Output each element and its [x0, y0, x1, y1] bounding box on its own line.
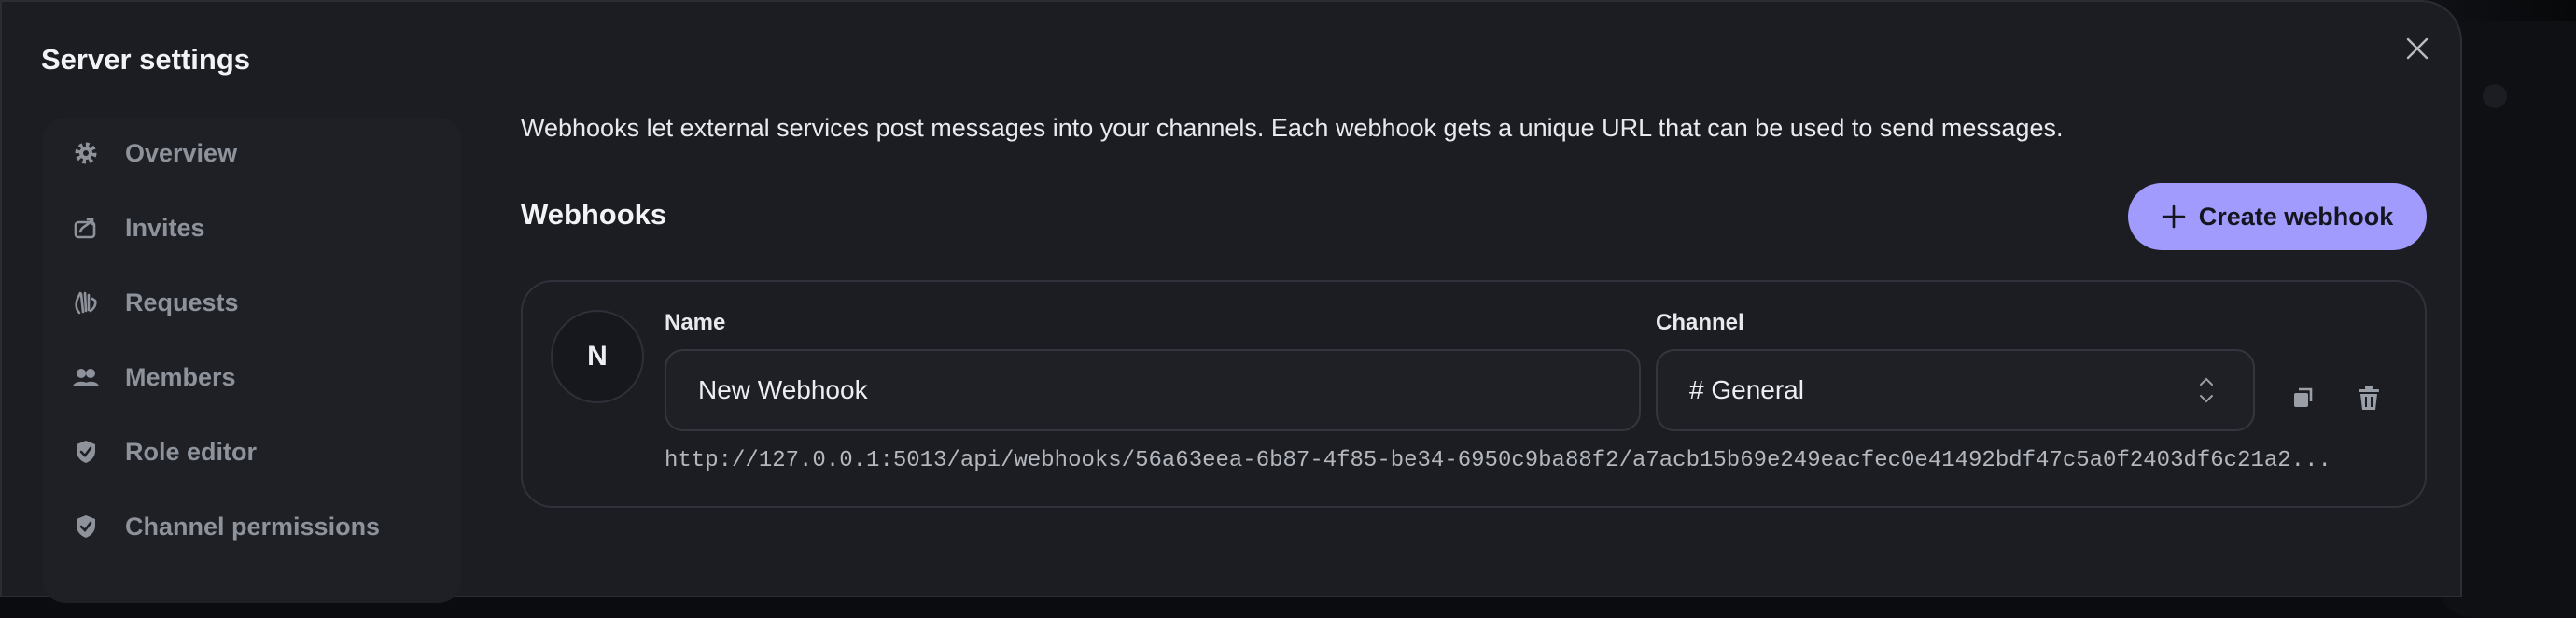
- create-webhook-label: Create webhook: [2198, 202, 2394, 231]
- sidebar-item-channel-permissions[interactable]: Channel permissions: [69, 506, 380, 547]
- sidebar-item-label: Role editor: [125, 437, 258, 466]
- copy-url-button[interactable]: [2287, 381, 2320, 414]
- copy-icon: [2294, 387, 2313, 407]
- sidebar-item-label: Overview: [125, 138, 238, 167]
- webhook-card: N Name Channel # General http://127.0.: [521, 280, 2427, 508]
- create-webhook-button[interactable]: Create webhook: [2128, 183, 2427, 250]
- background-indicator: [2483, 84, 2507, 108]
- webhook-name-input[interactable]: [665, 349, 1641, 431]
- chevron-up-down-icon: [2200, 377, 2213, 403]
- invite-icon: [69, 211, 103, 245]
- delete-webhook-button[interactable]: [2352, 381, 2386, 414]
- name-label: Name: [665, 310, 726, 335]
- sidebar-item-label: Requests: [125, 288, 239, 316]
- sidebar-item-label: Invites: [125, 213, 205, 242]
- sidebar-item-overview[interactable]: Overview: [69, 133, 237, 174]
- section-title: Webhooks: [521, 198, 667, 231]
- webhooks-description: Webhooks let external services post mess…: [521, 114, 2064, 142]
- sidebar-item-requests[interactable]: Requests: [69, 282, 239, 323]
- close-icon: [2406, 37, 2429, 60]
- shield-icon: [69, 435, 103, 469]
- plus-icon: [2162, 204, 2186, 229]
- channel-select[interactable]: # General: [1656, 349, 2255, 431]
- sidebar-item-label: Members: [125, 362, 236, 391]
- trash-icon: [2359, 386, 2379, 410]
- server-settings-modal: Server settings Overview Invites Request…: [0, 0, 2462, 603]
- modal-title: Server settings: [41, 43, 250, 76]
- shield-icon: [69, 510, 103, 543]
- sidebar-item-invites[interactable]: Invites: [69, 207, 205, 248]
- members-icon: [69, 360, 103, 394]
- webhook-avatar[interactable]: N: [551, 310, 644, 403]
- sidebar-item-label: Channel permissions: [125, 512, 381, 541]
- wave-icon: [69, 286, 103, 319]
- channel-label: Channel: [1656, 310, 1744, 335]
- settings-sidebar: Overview Invites Requests Members Role e…: [43, 118, 461, 603]
- sidebar-item-members[interactable]: Members: [69, 357, 236, 398]
- gear-icon: [69, 136, 103, 170]
- sidebar-item-role-editor[interactable]: Role editor: [69, 431, 257, 472]
- close-button[interactable]: [2401, 32, 2434, 65]
- webhook-url[interactable]: http://127.0.0.1:5013/api/webhooks/56a63…: [665, 448, 2401, 473]
- channel-select-value: # General: [1689, 375, 1804, 404]
